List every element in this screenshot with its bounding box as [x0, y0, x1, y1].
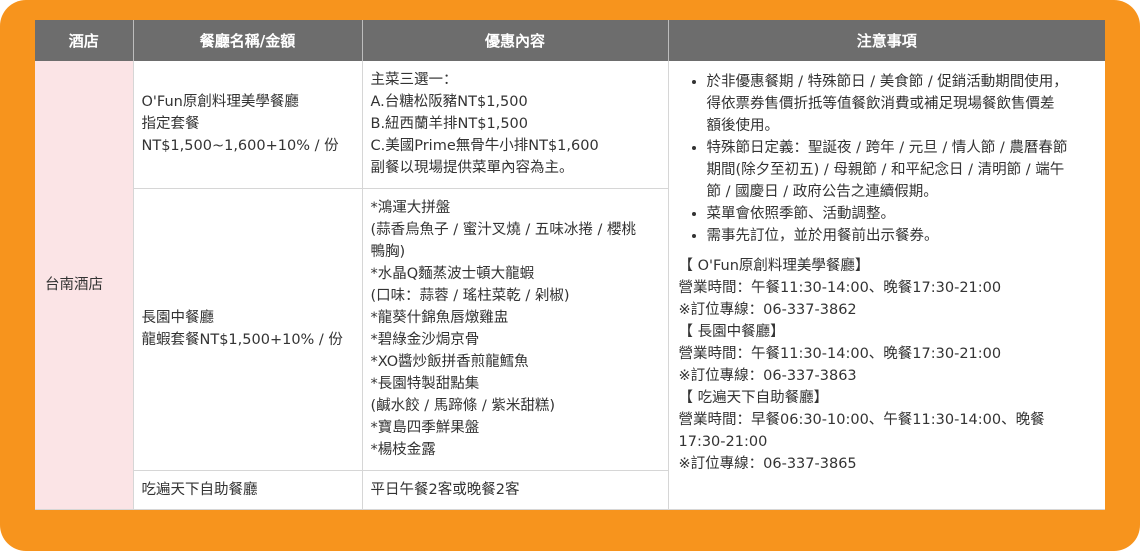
opening-hours: 營業時間：午餐11:30-14:00、晚餐17:30-21:00 — [678, 346, 1002, 362]
offer-line: *碧綠金沙焗京骨 — [370, 332, 480, 349]
offer-cell: *鴻運大拼盤 (蒜香烏魚子 / 蜜汁叉燒 / 五味冰捲 / 櫻桃 鴨胸) *水晶… — [362, 188, 669, 471]
offer-line: *XO醬炒飯拼香煎龍鱈魚 — [370, 354, 529, 371]
restaurant-name: 長園中餐廳 — [141, 310, 215, 327]
reservation-line: ※訂位專線：06-337-3863 — [678, 368, 857, 384]
header-notes: 注意事項 — [668, 20, 1105, 61]
offer-cell: 主菜三選一： A.台糖松阪豬NT$1,500 B.紐西蘭羊排NT$1,500 C… — [362, 61, 669, 189]
offer-line: (鹹水餃 / 馬蹄條 / 紫米甜糕) — [370, 398, 556, 415]
offer-line: A.台糖松阪豬NT$1,500 — [370, 94, 528, 111]
notes-bullet: 需事先訂位，並於用餐前出示餐券。 — [707, 225, 1096, 247]
notes-text: 於非優惠餐期 / 特殊節日 / 美食節 / 促銷活動期間使用， — [706, 74, 1068, 90]
offer-line: 鴨胸) — [370, 244, 406, 261]
notes-cell: 於非優惠餐期 / 特殊節日 / 美食節 / 促銷活動期間使用， 得依票券售價折抵… — [668, 61, 1105, 510]
restaurant-cell: 長園中餐廳 龍蝦套餐NT$1,500+10% / 份 — [133, 188, 363, 471]
notes-text: 菜單會依照季節、活動調整。 — [706, 206, 896, 222]
promotion-table-container: 酒店 餐廳名稱/金額 優惠內容 注意事項 台南酒店 O'Fun原創料理美學餐廳 … — [35, 20, 1105, 511]
opening-hours: 營業時間：早餐06:30-10:00、午餐11:30-14:00、晚餐 — [678, 412, 1045, 428]
offer-line: (蒜香烏魚子 / 蜜汁叉燒 / 五味冰捲 / 櫻桃 — [370, 222, 636, 239]
offer-line: C.美國Prime無骨牛小排NT$1,600 — [370, 138, 599, 155]
offer-line: *長園特製甜點集 — [370, 376, 480, 393]
restaurant-price: NT$1,500~1,600+10% / 份 — [141, 138, 339, 155]
notes-bullet: 於非優惠餐期 / 特殊節日 / 美食節 / 促銷活動期間使用， 得依票券售價折抵… — [707, 71, 1096, 137]
hotel-name: 台南酒店 — [35, 61, 134, 510]
section-title: 【 O'Fun原創料理美學餐廳】 — [678, 258, 870, 274]
notes-bullet: 特殊節日定義：聖誕夜 / 跨年 / 元旦 / 情人節 / 農曆春節 期間(除夕至… — [707, 137, 1096, 203]
notes-text: 得依票券售價折抵等值餐飲消費或補足現場餐飲售價差 — [706, 96, 1055, 112]
offer-cell: 平日午餐2客或晚餐2客 — [362, 470, 669, 511]
notes-contact-info: 【 O'Fun原創料理美學餐廳】 營業時間：午餐11:30-14:00、晚餐17… — [679, 255, 1096, 475]
reservation-line: ※訂位專線：06-337-3862 — [678, 302, 857, 318]
offer-line: *鴻運大拼盤 — [370, 200, 451, 217]
restaurant-detail: 指定套餐 — [141, 116, 200, 133]
offer-line: 主菜三選一： — [370, 72, 458, 89]
reservation-line: ※訂位專線：06-337-3865 — [678, 456, 857, 472]
header-offer: 優惠內容 — [362, 20, 669, 61]
restaurant-name: 吃遍天下自助餐廳 — [141, 481, 258, 498]
section-title: 【 長園中餐廳】 — [678, 324, 785, 340]
offer-line: *楊枝金露 — [370, 442, 436, 459]
table-row: 台南酒店 O'Fun原創料理美學餐廳 指定套餐 NT$1,500~1,600+1… — [35, 61, 1105, 510]
opening-hours: 營業時間：午餐11:30-14:00、晚餐17:30-21:00 — [678, 280, 1002, 296]
offer-line: 副餐以現場提供菜單內容為主。 — [370, 160, 574, 177]
restaurant-cell: 吃遍天下自助餐廳 — [133, 470, 363, 511]
restaurant-name: O'Fun原創料理美學餐廳 — [141, 94, 299, 111]
restaurant-price: 龍蝦套餐NT$1,500+10% / 份 — [141, 332, 343, 349]
offer-line: 平日午餐2客或晚餐2客 — [370, 481, 520, 498]
notes-text: 期間(除夕至初五) / 母親節 / 和平紀念日 / 清明節 / 端午 — [706, 162, 1065, 178]
promotion-table: 酒店 餐廳名稱/金額 優惠內容 注意事項 台南酒店 O'Fun原創料理美學餐廳 … — [35, 20, 1105, 511]
notes-bullet-list: 於非優惠餐期 / 特殊節日 / 美食節 / 促銷活動期間使用， 得依票券售價折抵… — [679, 71, 1096, 247]
header-hotel: 酒店 — [35, 20, 134, 61]
notes-text: 特殊節日定義：聖誕夜 / 跨年 / 元旦 / 情人節 / 農曆春節 — [706, 140, 1068, 156]
restaurant-cell: O'Fun原創料理美學餐廳 指定套餐 NT$1,500~1,600+10% / … — [133, 61, 363, 189]
offer-line: (口味：蒜蓉 / 瑤柱菜乾 / 剁椒) — [370, 288, 570, 305]
section-title: 【 吃遍天下自助餐廳】 — [678, 390, 829, 406]
notes-bullet: 菜單會依照季節、活動調整。 — [707, 203, 1096, 225]
offer-line: *寶島四季鮮果盤 — [370, 420, 480, 437]
table-header-row: 酒店 餐廳名稱/金額 優惠內容 注意事項 — [35, 20, 1105, 61]
header-restaurant: 餐廳名稱/金額 — [133, 20, 363, 61]
notes-text: 節 / 國慶日 / 政府公告之連續假期。 — [706, 184, 938, 200]
offer-line: *龍葵什錦魚唇燉雞盅 — [370, 310, 509, 327]
offer-line: *水晶Q麵蒸波士頓大龍蝦 — [370, 266, 535, 283]
notes-text: 需事先訂位，並於用餐前出示餐券。 — [706, 228, 939, 244]
offer-line: B.紐西蘭羊排NT$1,500 — [370, 116, 529, 133]
notes-text: 額後使用。 — [706, 118, 780, 134]
opening-hours: 17:30-21:00 — [678, 434, 768, 450]
